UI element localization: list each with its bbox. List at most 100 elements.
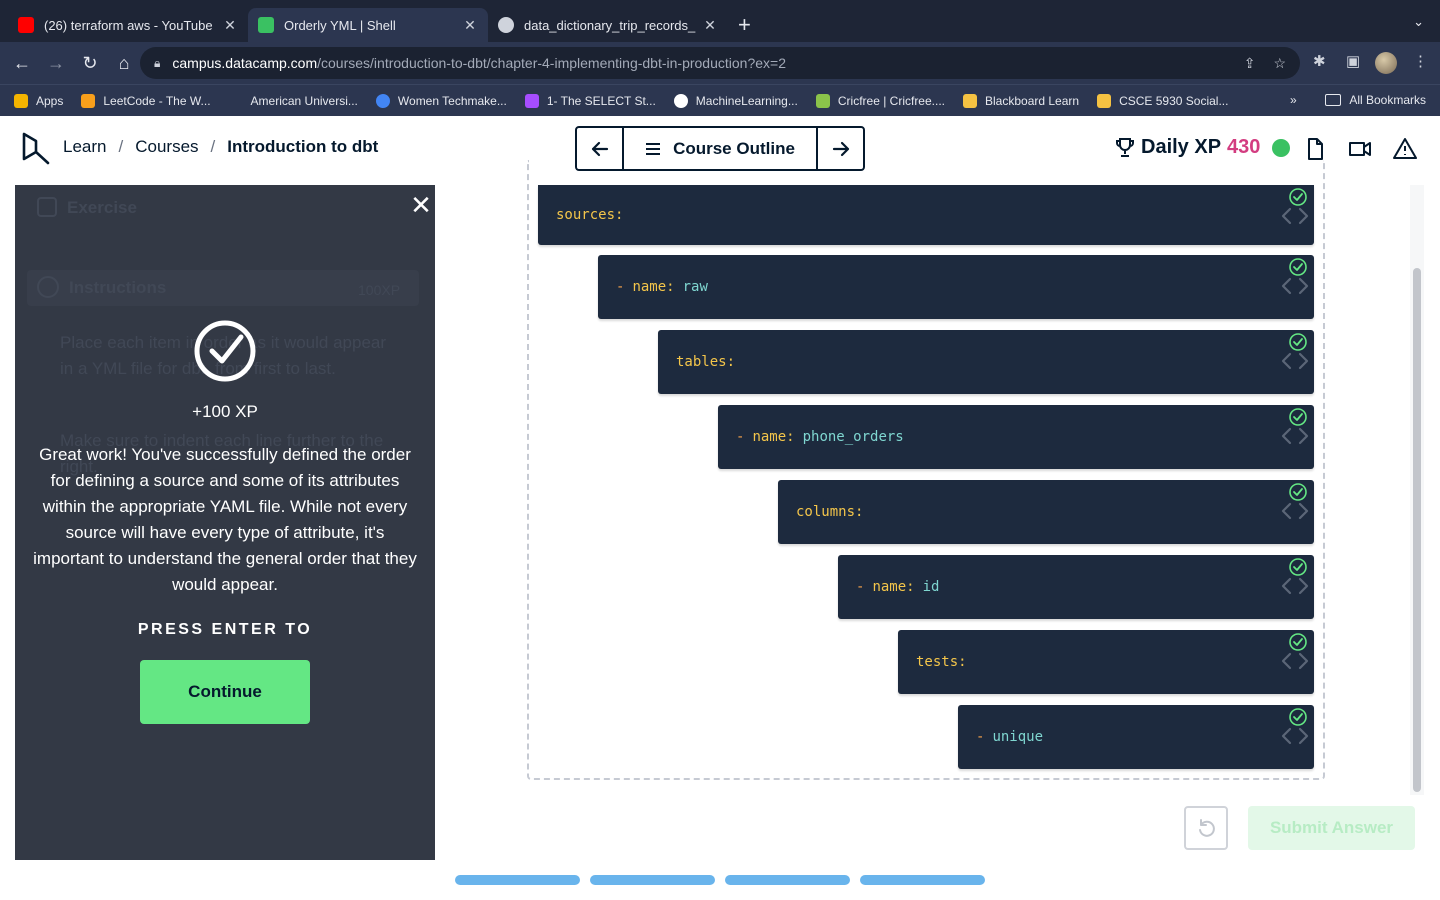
bookmark-select-statement[interactable]: 1- The SELECT St... <box>524 93 656 108</box>
xp-gained: +100 XP <box>192 402 258 421</box>
course-outline-label: Course Outline <box>673 138 795 158</box>
code-dash: - <box>976 729 985 745</box>
exercise-panel: Exercise Instructions 100XP Place each i… <box>15 185 435 860</box>
extensions-puzzle-icon[interactable]: ✱ <box>1313 52 1326 70</box>
indent-arrows-icon[interactable] <box>1278 725 1312 747</box>
bookmark-csce-5930[interactable]: CSCE 5930 Social... <box>1097 93 1228 108</box>
bookmark-women-techmakers[interactable]: Women Techmake... <box>375 93 507 108</box>
success-check-icon <box>194 320 256 382</box>
code-line-block[interactable]: columns: <box>778 480 1314 544</box>
tab-title: Orderly YML | Shell <box>284 17 396 33</box>
folder-note-icon <box>1097 93 1112 108</box>
apps-grid-icon <box>14 93 28 108</box>
cricfree-icon <box>815 93 830 108</box>
code-dash: - <box>736 429 745 445</box>
daily-xp-value: 430 <box>1227 136 1261 158</box>
indent-arrows-icon[interactable] <box>1278 275 1312 297</box>
datacamp-logo-icon[interactable] <box>20 131 50 167</box>
indent-arrows-icon[interactable] <box>1278 500 1312 522</box>
breadcrumb-learn[interactable]: Learn <box>63 137 106 157</box>
more-bookmarks-icon[interactable]: » <box>1290 93 1297 107</box>
arrow-right-icon <box>832 141 849 156</box>
correct-check-icon <box>1289 333 1307 351</box>
breadcrumb: Learn / Courses / Introduction to dbt <box>63 137 378 157</box>
submit-answer-button[interactable]: Submit Answer <box>1248 806 1415 850</box>
bookmark-blackboard[interactable]: Blackboard Learn <box>963 93 1079 108</box>
scrollbar-thumb[interactable] <box>1413 268 1421 792</box>
breadcrumb-courses[interactable]: Courses <box>135 137 198 157</box>
browser-tab-data-dictionary[interactable]: data_dictionary_trip_records_ ✕ <box>488 8 728 42</box>
lock-icon: 🔒︎ <box>154 55 161 70</box>
reset-button[interactable] <box>1184 806 1228 850</box>
warning-triangle-icon[interactable] <box>1393 137 1417 161</box>
bookmark-cricfree[interactable]: Cricfree | Cricfree.... <box>815 93 945 108</box>
code-line-block[interactable]: - name: phone_orders <box>718 405 1314 469</box>
side-panel-icon[interactable]: ▣ <box>1346 52 1360 70</box>
close-tab-icon[interactable]: ✕ <box>222 17 238 34</box>
bookmark-machinelearning[interactable]: MachineLearning... <box>673 93 798 108</box>
code-value: id <box>922 579 940 595</box>
progress-segment <box>860 875 985 885</box>
blackboard-icon <box>963 93 977 108</box>
new-tab-button[interactable]: + <box>738 8 751 42</box>
address-bar[interactable]: 🔒︎ campus.datacamp.com /courses/introduc… <box>140 47 1300 79</box>
back-arrow-icon[interactable]: ← <box>6 47 38 79</box>
code-line-block[interactable]: - name: id <box>838 555 1314 619</box>
youtube-icon <box>18 17 34 33</box>
undo-icon <box>1199 819 1215 837</box>
profile-avatar[interactable] <box>1375 52 1397 74</box>
code-line-block[interactable]: tables: <box>658 330 1314 394</box>
daily-xp-label: Daily XP <box>1141 136 1222 158</box>
browser-tab-youtube[interactable]: (26) terraform aws - YouTube ✕ <box>8 8 248 42</box>
continue-button[interactable]: Continue <box>140 660 310 724</box>
correct-check-icon <box>1289 633 1307 651</box>
bookmark-american-university[interactable]: American Universi... <box>228 93 358 108</box>
bookmark-star-icon[interactable]: ☆ <box>1273 55 1286 72</box>
browser-tab-strip: (26) terraform aws - YouTube ✕ Orderly Y… <box>0 0 1440 42</box>
code-line-block[interactable]: - unique <box>958 705 1314 769</box>
daily-xp[interactable]: Daily XP 430 <box>1115 136 1291 159</box>
globe-icon <box>498 17 514 33</box>
indent-arrows-icon[interactable] <box>1278 205 1312 227</box>
press-enter-hint: PRESS ENTER TO <box>137 621 313 638</box>
m-logo-icon <box>524 93 539 108</box>
reload-icon[interactable]: ↻ <box>74 47 106 79</box>
bookmark-leetcode[interactable]: LeetCode - The W... <box>81 93 211 108</box>
status-dot <box>1272 138 1291 157</box>
close-tab-icon[interactable]: ✕ <box>462 17 478 34</box>
code-key: tests: <box>916 654 967 670</box>
indent-arrows-icon[interactable] <box>1278 650 1312 672</box>
code-key: name: <box>632 279 675 295</box>
video-camera-icon[interactable] <box>1348 137 1372 161</box>
indent-arrows-icon[interactable] <box>1278 425 1312 447</box>
all-bookmarks-button[interactable]: All Bookmarks <box>1325 93 1426 107</box>
code-line-block[interactable]: sources: <box>538 185 1314 245</box>
code-value: unique <box>992 729 1044 745</box>
share-icon[interactable]: ⇪ <box>1244 55 1256 72</box>
close-tab-icon[interactable]: ✕ <box>702 17 718 34</box>
close-feedback-button[interactable]: ✕ <box>407 191 435 219</box>
instructions-heading-bg: Instructions <box>37 275 166 301</box>
browser-menu-icon[interactable]: ⋮ <box>1413 52 1428 70</box>
code-line-block[interactable]: - name: raw <box>598 255 1314 319</box>
leetcode-icon <box>81 93 96 108</box>
progress-segment <box>455 875 580 885</box>
slides-document-icon[interactable] <box>1303 137 1327 161</box>
breadcrumb-course-title[interactable]: Introduction to dbt <box>227 137 378 157</box>
code-value: phone_orders <box>802 429 904 445</box>
breadcrumb-separator: / <box>210 137 216 156</box>
github-icon <box>673 93 688 108</box>
forward-arrow-icon[interactable]: → <box>40 47 72 79</box>
browser-tab-orderly-yml[interactable]: Orderly YML | Shell ✕ <box>248 8 488 42</box>
indent-arrows-icon[interactable] <box>1278 350 1312 372</box>
exercise-heading-bg: Exercise <box>37 195 137 221</box>
bookmark-apps[interactable]: Apps <box>14 93 63 108</box>
university-icon <box>228 93 243 108</box>
code-dash: - <box>616 279 625 295</box>
tab-search-chevron-icon[interactable]: ⌄ <box>1413 14 1424 30</box>
indent-arrows-icon[interactable] <box>1278 575 1312 597</box>
code-dash: - <box>856 579 865 595</box>
code-line-block[interactable]: tests: <box>898 630 1314 694</box>
correct-check-icon <box>1289 708 1307 726</box>
home-icon[interactable]: ⌂ <box>108 47 140 79</box>
